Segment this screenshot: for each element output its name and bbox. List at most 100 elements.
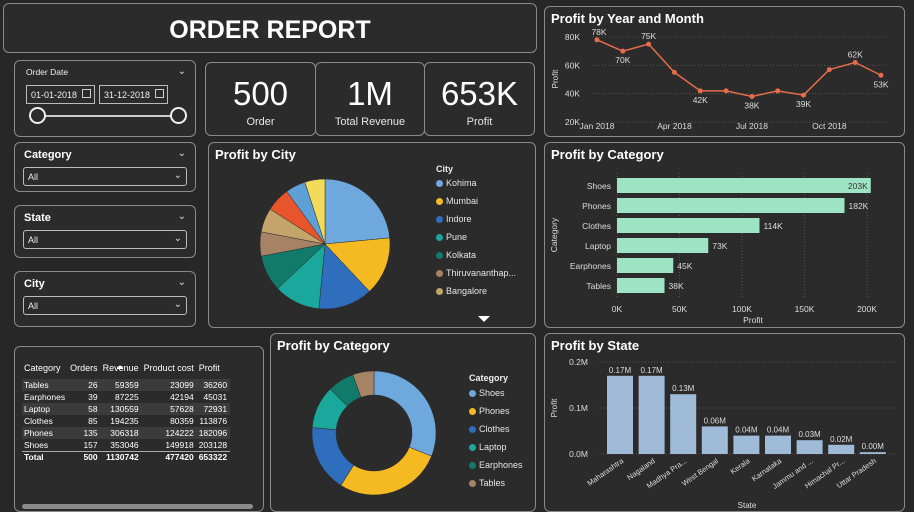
legend-item[interactable]: Kolkata xyxy=(436,250,476,260)
city-dropdown[interactable]: All ⌄ xyxy=(23,296,187,315)
category-slicer[interactable]: Category ⌄ All ⌄ xyxy=(14,142,196,192)
table-cell: 135 xyxy=(68,427,101,439)
y-tick-label: 40K xyxy=(565,89,580,99)
chevron-down-icon[interactable]: ⌄ xyxy=(174,299,182,310)
pie-slice xyxy=(340,446,432,496)
table-cell: Total xyxy=(22,450,69,463)
end-date-input[interactable]: 31-12-2018 xyxy=(99,85,168,104)
table-row[interactable]: Clothes 85 194235 80359 113876 xyxy=(22,415,230,427)
calendar-icon[interactable] xyxy=(155,89,164,98)
sort-ascending-icon[interactable] xyxy=(117,365,123,369)
city-slicer[interactable]: City ⌄ All ⌄ xyxy=(14,271,196,327)
table-cell: Clothes xyxy=(24,416,53,426)
x-tick-label: Oct 2018 xyxy=(812,121,847,131)
legend-swatch xyxy=(436,234,443,241)
legend-item[interactable]: Laptop xyxy=(469,442,507,452)
profit-by-category-bar-card[interactable]: Profit by Category 0K 50K 100K 150K 200K Prof… xyxy=(544,142,905,328)
data-point xyxy=(723,88,729,94)
table-row[interactable]: Earphones 39 87225 42194 45031 xyxy=(22,391,230,403)
data-label: 0.04M xyxy=(767,426,790,435)
data-label: 203K xyxy=(848,181,868,191)
category-label: Clothes xyxy=(582,221,611,231)
profit-by-city-pie[interactable] xyxy=(209,143,409,328)
calendar-icon[interactable] xyxy=(82,89,91,98)
legend-label: Kohima xyxy=(446,178,477,188)
table-cell: 203128 xyxy=(198,439,228,450)
data-point xyxy=(620,48,626,54)
bar xyxy=(828,444,855,454)
data-point xyxy=(775,88,781,94)
legend-item[interactable]: Tables xyxy=(469,478,505,488)
start-date-input[interactable]: 01-01-2018 xyxy=(26,85,95,104)
table-row[interactable]: Shoes 157 353046 149918 203128 xyxy=(22,439,230,451)
profit-by-month-card[interactable]: Profit by Year and Month 80K 60K 40K 20K Pro… xyxy=(544,6,905,137)
legend-item[interactable]: Earphones xyxy=(469,460,523,470)
column-header[interactable]: Revenue xyxy=(101,360,142,379)
table-cell: 42194 xyxy=(170,392,194,402)
date-range-track[interactable] xyxy=(37,115,177,117)
profit-by-category-donut[interactable] xyxy=(271,334,461,512)
range-end-handle[interactable] xyxy=(170,107,187,124)
category-dropdown[interactable]: All ⌄ xyxy=(23,167,187,186)
x-tick-label: Jan 2018 xyxy=(580,121,615,131)
legend-item[interactable]: Clothes xyxy=(469,424,510,434)
column-header[interactable]: Category xyxy=(22,360,68,379)
chevron-down-icon[interactable]: ⌄ xyxy=(178,148,186,159)
order-date-slicer[interactable]: Order Date ⌄ 01-01-2018 31-12-2018 xyxy=(14,60,196,137)
chevron-down-icon[interactable]: ⌄ xyxy=(178,66,186,77)
state-slicer[interactable]: State ⌄ All ⌄ xyxy=(14,205,196,258)
x-tick-label: 100K xyxy=(732,304,752,314)
profit-by-category-donut-card[interactable]: Profit by Category Category Shoes Phones C… xyxy=(270,333,536,512)
chevron-down-icon[interactable]: ⌄ xyxy=(174,233,182,244)
x-axis-label: State xyxy=(738,501,757,510)
data-point xyxy=(697,88,703,94)
chevron-down-icon[interactable]: ⌄ xyxy=(178,211,186,222)
table-cell: 130559 xyxy=(100,403,142,415)
data-point xyxy=(671,69,677,75)
table-cell: 59359 xyxy=(100,379,142,391)
data-point xyxy=(826,67,832,73)
start-date-value: 01-01-2018 xyxy=(31,90,78,100)
column-header[interactable]: Profit xyxy=(197,360,230,379)
profit-by-state-card[interactable]: Profit by State 0.2M 0.1M 0.0M Profit State 0… xyxy=(544,333,905,512)
legend-item[interactable]: Pune xyxy=(436,232,467,242)
state-dropdown[interactable]: All ⌄ xyxy=(23,230,187,249)
column-header[interactable]: Product cost xyxy=(142,360,197,379)
legend-item[interactable]: Mumbai xyxy=(436,196,478,206)
chevron-down-icon[interactable]: ⌄ xyxy=(174,170,182,181)
chevron-down-icon[interactable]: ⌄ xyxy=(178,277,186,288)
legend-item[interactable]: Indore xyxy=(436,214,472,224)
data-point xyxy=(852,60,858,65)
profit-by-state-chart[interactable]: 0.2M 0.1M 0.0M Profit State 0.17M Maharashtra 0… xyxy=(545,334,905,512)
legend-scroll-down-icon[interactable] xyxy=(478,316,490,322)
bar xyxy=(670,394,697,454)
category-matrix-card[interactable]: Category Orders Revenue Product cost Pro… xyxy=(14,346,264,512)
table-cell: 80359 xyxy=(170,416,194,426)
legend-label: Indore xyxy=(446,214,472,224)
table-row[interactable]: Phones 135 306318 124222 182096 xyxy=(22,427,231,439)
pie-slice xyxy=(373,370,437,457)
horizontal-scrollbar[interactable] xyxy=(22,504,253,509)
legend-swatch xyxy=(436,270,443,277)
profit-by-city-card[interactable]: Profit by City City Kohima Mumbai Indore Pu… xyxy=(208,142,536,328)
legend-item[interactable]: Phones xyxy=(469,406,510,416)
bar xyxy=(617,198,845,213)
legend-item[interactable]: Thiruvananthap... xyxy=(436,268,516,278)
kpi-label: Order xyxy=(246,116,275,128)
category-label: Phones xyxy=(582,201,611,211)
table-row[interactable]: Laptop 58 130559 57628 72931 xyxy=(22,403,231,415)
data-label: 39K xyxy=(796,99,811,109)
range-start-handle[interactable] xyxy=(29,107,46,124)
legend-item[interactable]: Bangalore xyxy=(436,286,487,296)
column-header[interactable]: Orders xyxy=(68,360,101,379)
legend-item[interactable]: Shoes xyxy=(469,388,505,398)
table-cell: 1130742 xyxy=(100,450,142,463)
profit-by-month-chart[interactable]: 80K 60K 40K 20K Profit Jan 2018 Apr 2018 Jul 20… xyxy=(545,7,905,137)
data-label: 0.17M xyxy=(609,366,632,375)
table-row[interactable]: Tables 26 59359 23099 36260 xyxy=(22,379,231,391)
legend-item[interactable]: Kohima xyxy=(436,178,477,188)
legend-swatch xyxy=(469,462,476,469)
data-label: 42K xyxy=(693,95,708,105)
profit-by-category-bar-chart[interactable]: 0K 50K 100K 150K 200K Profit Category Shoes 203K… xyxy=(545,143,905,328)
legend-swatch xyxy=(469,426,476,433)
